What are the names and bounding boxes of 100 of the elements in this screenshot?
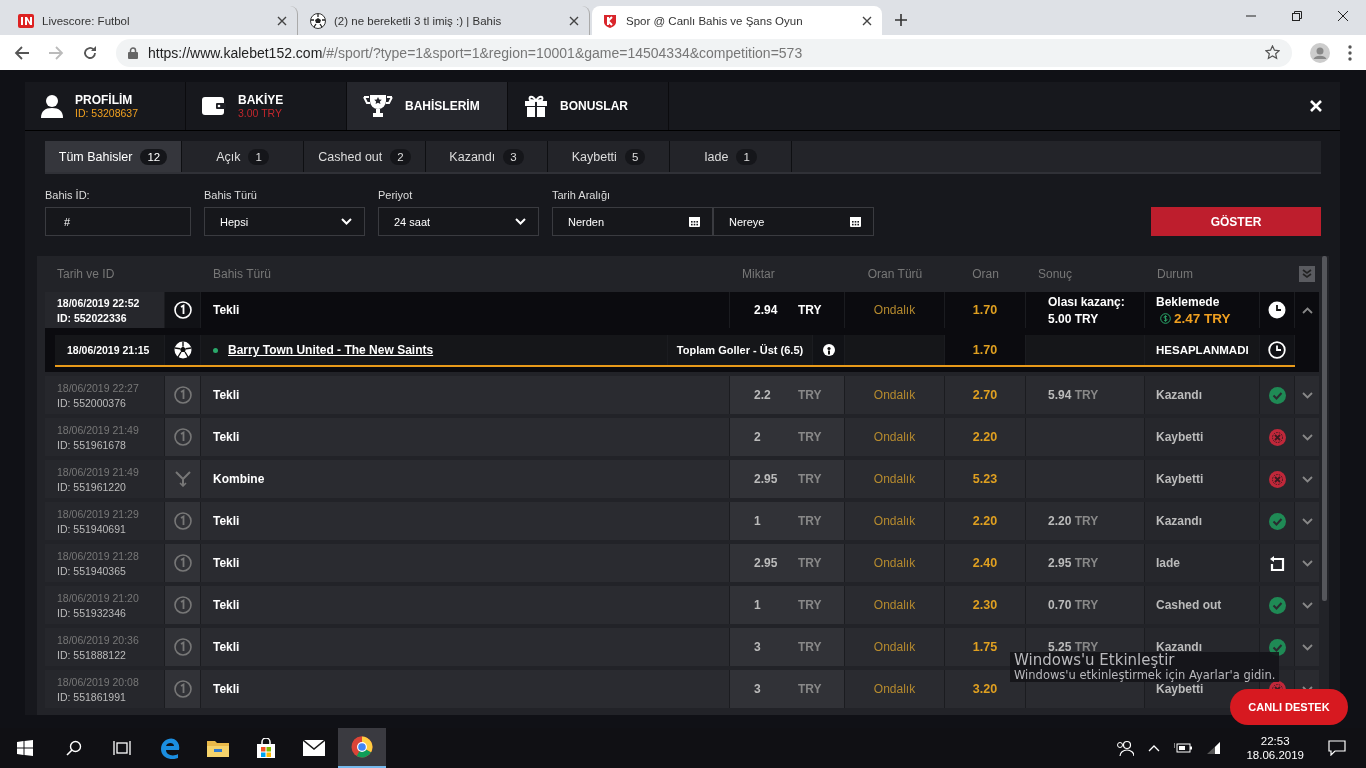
currency: TRY (798, 472, 822, 486)
stake-amount: 2.95 (754, 472, 779, 486)
bet-id: ID: 551961220 (57, 480, 126, 493)
possible-win-amount: 5.00 TRY (1048, 311, 1099, 326)
bet-status: Kaybetti (1156, 430, 1204, 444)
odds-type: Ondalık (845, 418, 945, 456)
odds-value: 2.20 (945, 418, 1026, 456)
column-header: Bahis Türü (212, 267, 272, 281)
odds-type: Ondalık (845, 376, 945, 414)
bet-id: ID: 551932346 (57, 606, 126, 619)
bet-date: 18/06/2019 21:29 (57, 507, 139, 520)
stake-amount: 2.2 (754, 388, 772, 402)
field-label: Bahis İD: (45, 189, 91, 201)
currency: TRY (798, 640, 822, 654)
odds-type: Ondalık (845, 460, 945, 498)
bet-status: Kaybetti (1156, 682, 1204, 696)
bet-date: 18/06/2019 21:49 (57, 465, 139, 478)
bet-status: Iade (1156, 556, 1180, 570)
column-header: Oran (971, 267, 1000, 281)
bet-status: Cashed out (1156, 598, 1222, 612)
currency: TRY (1074, 640, 1099, 654)
bet-id: ID: 551940365 (57, 564, 126, 577)
bet-date: 18/06/2019 22:52 (57, 296, 140, 309)
tab-label: BONUSLAR (560, 99, 628, 113)
bet-date: 18/06/2019 20:08 (57, 675, 139, 688)
bet-status: Beklemede (1156, 294, 1220, 309)
tab-label: BAHİSLERİM (405, 99, 480, 113)
count-badge: 3 (503, 148, 524, 165)
column-header: Sonuç (1037, 267, 1074, 281)
bet-id: ID: 552000376 (57, 396, 126, 409)
toast-text: Windows'u etkinleştirmek için Ayarlar'a gidin. (1014, 669, 1276, 683)
count-badge: 12 (140, 148, 168, 165)
currency: TRY (798, 430, 822, 444)
odds-value: 2.20 (945, 502, 1026, 540)
tab-label: BAKİYE (238, 93, 284, 107)
odds-type: Ondalık (845, 670, 945, 708)
field-label: Bahis Türü (204, 189, 258, 201)
bet-id: ID: 551940691 (57, 522, 126, 535)
count-badge: 1 (248, 148, 269, 165)
bet-date: 18/06/2019 21:20 (57, 591, 139, 604)
stake-amount: 1 (754, 598, 762, 612)
bet-date: 18/06/2019 22:27 (57, 381, 139, 394)
bet-date: 18/06/2019 21:28 (57, 549, 139, 562)
bet-status: Kazandı (1156, 388, 1202, 402)
currency: TRY (1074, 514, 1099, 528)
currency: TRY (1074, 556, 1099, 570)
possible-win-label: Olası kazanç: (1048, 294, 1125, 309)
currency: TRY (798, 556, 822, 570)
field-label: Periyot (378, 189, 414, 201)
tab-title: (2) ne bereketli 3 tl imiş :) | Bahis (334, 14, 502, 27)
bet-status: Kazandı (1156, 640, 1202, 654)
column-header: Durum (1156, 267, 1194, 281)
count-badge: 5 (624, 148, 646, 165)
odds-type: Ondalık (845, 586, 945, 624)
stake-amount: 3 (754, 682, 762, 696)
bet-id: ID: 551888122 (57, 648, 126, 661)
url-text: https://www.kalebet152.com/#/sport/?type=1&sport=1&region=10001&game=14504334&competition=573 (148, 44, 804, 61)
odds-value: 2.40 (945, 544, 1026, 582)
bet-date: 18/06/2019 20:36 (57, 633, 139, 646)
currency: TRY (1074, 388, 1099, 402)
odds-value: 1.70 (945, 335, 1026, 365)
odds-type: Ondalık (845, 628, 945, 666)
stake-amount: 2.94 (754, 303, 779, 317)
result-amount: 0.70 (1048, 598, 1072, 612)
odds-value: 2.30 (945, 586, 1026, 624)
column-header: Tarih ve ID (56, 267, 116, 281)
odds-value: 5.23 (945, 460, 1026, 498)
bet-status: Kaybetti (1156, 472, 1204, 486)
odds-type: Ondalık (845, 502, 945, 540)
result-amount: 5.94 (1048, 388, 1072, 402)
odds-value: 2.70 (945, 376, 1026, 414)
count-badge: 2 (390, 148, 411, 165)
tab-title: Livescore: Futbol (42, 14, 130, 27)
currency: TRY (798, 303, 822, 317)
odds-type: Ondalık (845, 544, 945, 582)
bet-date: 18/06/2019 21:49 (57, 423, 139, 436)
cashout-amount: 2.47 TRY (1174, 310, 1231, 326)
bet-id: ID: 551961678 (57, 438, 126, 451)
toast-title: Windows'u Etkinleştir (1014, 652, 1176, 669)
count-badge: 1 (736, 148, 757, 165)
field-label: Tarih Aralığı (552, 189, 612, 201)
bet-id: ID: 552022336 (57, 311, 127, 324)
bet-id: ID: 551861991 (57, 690, 126, 703)
currency: TRY (1074, 598, 1099, 612)
currency: TRY (798, 682, 822, 696)
column-header: Oran Türü (866, 267, 924, 281)
bet-status: Kazandı (1156, 514, 1202, 528)
stake-amount: 1 (754, 514, 762, 528)
result-amount: 5.25 (1048, 640, 1072, 654)
result-amount: 2.95 (1048, 556, 1072, 570)
tab-title: Spor @ Canlı Bahis ve Şans Oyun (626, 14, 803, 27)
currency: TRY (798, 514, 822, 528)
tab-label: PROFİLİM (75, 93, 134, 107)
stake-amount: 3 (754, 640, 762, 654)
stake-amount: 2.95 (754, 556, 779, 570)
stake-amount: 2 (754, 430, 762, 444)
currency: TRY (798, 598, 822, 612)
result-amount: 2.20 (1048, 514, 1072, 528)
column-header: Miktar (741, 267, 776, 281)
user-id: ID: 53208637 (75, 107, 139, 119)
